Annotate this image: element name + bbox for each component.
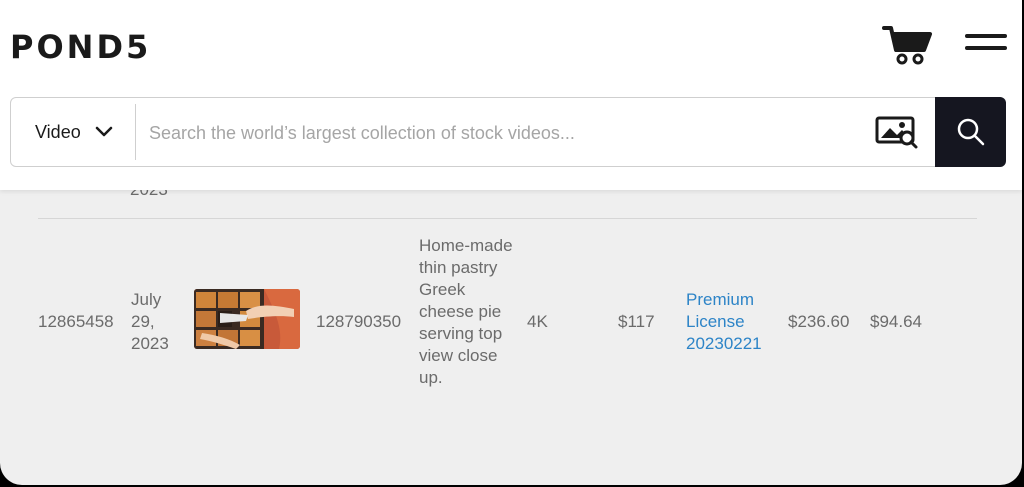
chevron-down-icon bbox=[95, 126, 112, 137]
clip-description: Home-made thin pastry Greek cheese pie s… bbox=[419, 236, 513, 387]
screen: POND5 Video Search the world’s largest c… bbox=[0, 0, 1022, 485]
media-type-dropdown[interactable]: Video bbox=[11, 98, 135, 166]
hamburger-menu-icon[interactable] bbox=[965, 34, 1007, 58]
pond5-logo[interactable]: POND5 bbox=[10, 28, 151, 66]
search-bar: Video bbox=[10, 97, 1006, 167]
search-divider bbox=[135, 104, 136, 160]
price: $117 bbox=[618, 312, 655, 331]
item-id: 128790350 bbox=[316, 312, 402, 331]
total-amount: $236.60 bbox=[788, 312, 850, 331]
license-link[interactable]: Premium License 20230221 bbox=[686, 289, 776, 355]
row-divider bbox=[38, 218, 977, 219]
order-id: 12865458 bbox=[38, 312, 114, 331]
resolution: 4K bbox=[527, 312, 548, 331]
order-date: July 29, 2023 bbox=[131, 290, 169, 353]
image-search-icon[interactable] bbox=[875, 114, 919, 150]
search-button[interactable] bbox=[935, 97, 1006, 167]
search-input[interactable] bbox=[147, 108, 871, 158]
clip-thumbnail[interactable] bbox=[194, 289, 300, 349]
site-header: POND5 Video bbox=[0, 0, 1022, 190]
search-icon bbox=[957, 118, 984, 146]
cart-icon[interactable] bbox=[882, 24, 934, 66]
media-type-label: Video bbox=[35, 121, 81, 142]
paid-amount: $94.64 bbox=[870, 312, 922, 331]
